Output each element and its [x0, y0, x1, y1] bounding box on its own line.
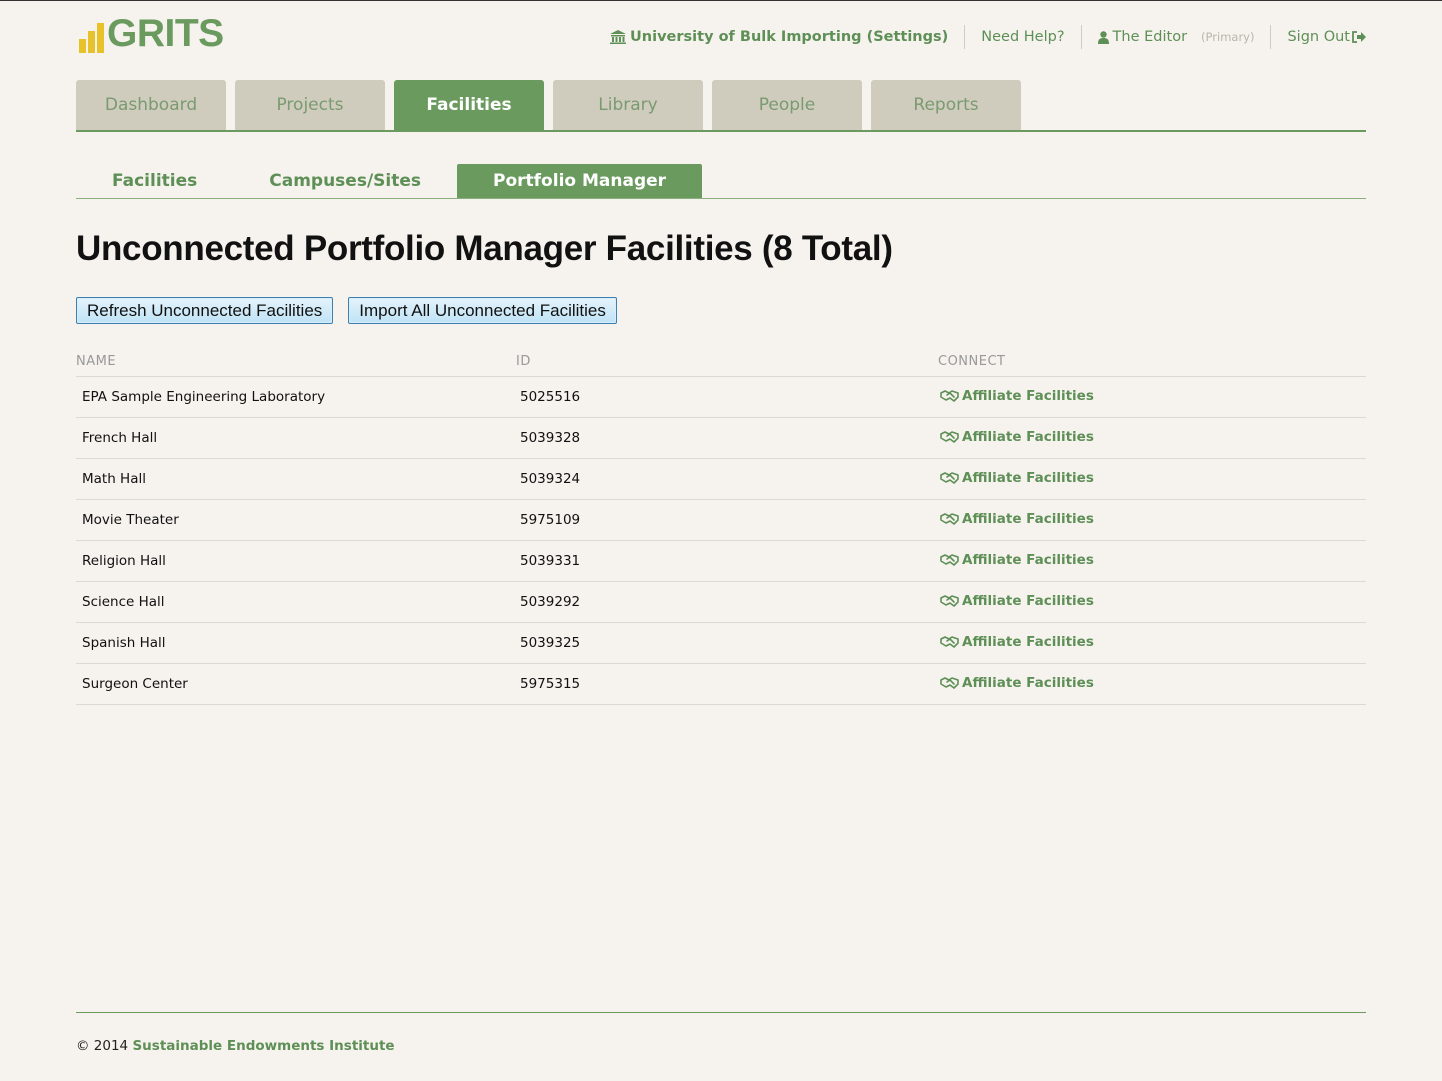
affiliate-facilities-label: Affiliate Facilities	[962, 552, 1094, 568]
copyright: © 2014	[76, 1038, 129, 1054]
sign-out-label: Sign Out	[1287, 29, 1350, 45]
tab-facilities[interactable]: Facilities	[394, 80, 544, 130]
sign-out-link[interactable]: Sign Out	[1271, 29, 1366, 45]
facility-id: 5039324	[520, 471, 581, 487]
user-icon	[1097, 30, 1109, 44]
table-row: Movie Theater 5975109 Affiliate Facilities	[76, 500, 1366, 541]
tab-reports[interactable]: Reports	[871, 80, 1021, 130]
logo-text: GRITS	[107, 12, 224, 55]
org-settings-label: University of Bulk Importing (Settings)	[630, 29, 949, 45]
header-id: ID	[516, 354, 531, 369]
facility-name: French Hall	[82, 430, 158, 446]
table-row: Spanish Hall 5039325 Affiliate Facilities	[76, 623, 1366, 664]
handshake-icon	[940, 390, 959, 402]
footer-org-link[interactable]: Sustainable Endowments Institute	[132, 1038, 394, 1054]
facility-id: 5039328	[520, 430, 581, 446]
facility-name: Math Hall	[82, 471, 146, 487]
connect-cell: Affiliate Facilities	[937, 429, 1366, 447]
footer-divider	[76, 1012, 1366, 1013]
tab-projects[interactable]: Projects	[235, 80, 385, 130]
facility-name: Science Hall	[82, 594, 165, 610]
facility-id: 5975109	[520, 512, 581, 528]
handshake-icon	[940, 595, 959, 607]
table-row: French Hall 5039328 Affiliate Facilities	[76, 418, 1366, 459]
facility-id: 5025516	[520, 389, 581, 405]
affiliate-facilities-label: Affiliate Facilities	[962, 470, 1094, 486]
footer: © 2014 Sustainable Endowments Institute	[76, 1038, 395, 1054]
affiliate-facilities-label: Affiliate Facilities	[962, 511, 1094, 527]
subtab-facilities[interactable]: Facilities	[76, 164, 233, 198]
connect-cell: Affiliate Facilities	[937, 634, 1366, 652]
sign-out-icon	[1352, 31, 1366, 43]
affiliate-facilities-label: Affiliate Facilities	[962, 634, 1094, 650]
org-settings-link[interactable]: University of Bulk Importing (Settings)	[594, 29, 964, 45]
handshake-icon	[940, 677, 959, 689]
subtab-portfolio-manager[interactable]: Portfolio Manager	[457, 164, 703, 198]
tab-library[interactable]: Library	[553, 80, 703, 130]
facility-name: Spanish Hall	[82, 635, 166, 651]
page-title: Unconnected Portfolio Manager Facilities…	[76, 229, 893, 268]
table-row: Surgeon Center 5975315 Affiliate Facilitie…	[76, 664, 1366, 705]
user-role: (Primary)	[1201, 30, 1255, 44]
facility-id: 5039325	[520, 635, 581, 651]
sub-tabs: Facilities Campuses/Sites Portfolio Mana…	[76, 164, 1366, 199]
connect-cell: Affiliate Facilities	[937, 511, 1366, 529]
handshake-icon	[940, 554, 959, 566]
facility-name: Surgeon Center	[82, 676, 188, 692]
handshake-icon	[940, 431, 959, 443]
connect-cell: Affiliate Facilities	[937, 593, 1366, 611]
facility-name: EPA Sample Engineering Laboratory	[82, 389, 326, 405]
table-row: EPA Sample Engineering Laboratory 5025516…	[76, 377, 1366, 418]
institution-icon	[610, 30, 627, 44]
user-name: The Editor	[1112, 29, 1188, 45]
affiliate-facilities-label: Affiliate Facilities	[962, 675, 1094, 691]
table-body: EPA Sample Engineering Laboratory 5025516…	[76, 377, 1366, 705]
connect-cell: Affiliate Facilities	[937, 552, 1366, 570]
connect-cell: Affiliate Facilities	[937, 388, 1366, 406]
tab-dashboard[interactable]: Dashboard	[76, 80, 226, 130]
affiliate-facilities-link[interactable]: Affiliate Facilities	[940, 593, 1094, 609]
connect-cell: Affiliate Facilities	[937, 470, 1366, 488]
table-row: Religion Hall 5039331 Affiliate Facilities	[76, 541, 1366, 582]
logo-bars-icon	[79, 15, 104, 53]
subtab-campuses-sites[interactable]: Campuses/Sites	[233, 164, 457, 198]
connect-cell: Affiliate Facilities	[937, 675, 1366, 693]
unconnected-facilities-table: NAME ID CONNECT EPA Sample Engineering L…	[76, 347, 1366, 705]
grits-logo[interactable]: GRITS	[79, 13, 224, 53]
handshake-icon	[940, 472, 959, 484]
affiliate-facilities-link[interactable]: Affiliate Facilities	[940, 552, 1094, 568]
facility-id: 5975315	[520, 676, 581, 692]
table-row: Science Hall 5039292 Affiliate Facilities	[76, 582, 1366, 623]
top-nav: University of Bulk Importing (Settings) …	[594, 23, 1366, 51]
table-row: Math Hall 5039324 Affiliate Facilities	[76, 459, 1366, 500]
header-connect: CONNECT	[938, 354, 1006, 369]
action-buttons: Refresh Unconnected Facilities Import Al…	[76, 297, 617, 324]
handshake-icon	[940, 636, 959, 648]
affiliate-facilities-label: Affiliate Facilities	[962, 429, 1094, 445]
user-link[interactable]: The Editor (Primary)	[1082, 29, 1271, 45]
help-link[interactable]: Need Help?	[965, 29, 1080, 45]
tab-people[interactable]: People	[712, 80, 862, 130]
refresh-unconnected-button[interactable]: Refresh Unconnected Facilities	[76, 297, 334, 324]
facility-id: 5039331	[520, 553, 581, 569]
affiliate-facilities-link[interactable]: Affiliate Facilities	[940, 511, 1094, 527]
affiliate-facilities-link[interactable]: Affiliate Facilities	[940, 388, 1094, 404]
facility-name: Movie Theater	[82, 512, 179, 528]
header-name: NAME	[76, 354, 117, 369]
affiliate-facilities-link[interactable]: Affiliate Facilities	[940, 675, 1094, 691]
affiliate-facilities-link[interactable]: Affiliate Facilities	[940, 470, 1094, 486]
affiliate-facilities-link[interactable]: Affiliate Facilities	[940, 429, 1094, 445]
affiliate-facilities-link[interactable]: Affiliate Facilities	[940, 634, 1094, 650]
affiliate-facilities-label: Affiliate Facilities	[962, 593, 1094, 609]
affiliate-facilities-label: Affiliate Facilities	[962, 388, 1094, 404]
facility-id: 5039292	[520, 594, 581, 610]
import-all-button[interactable]: Import All Unconnected Facilities	[348, 297, 617, 324]
main-tabs: Dashboard Projects Facilities Library Pe…	[76, 80, 1366, 132]
handshake-icon	[940, 513, 959, 525]
facility-name: Religion Hall	[82, 553, 166, 569]
table-header: NAME ID CONNECT	[76, 347, 1366, 377]
